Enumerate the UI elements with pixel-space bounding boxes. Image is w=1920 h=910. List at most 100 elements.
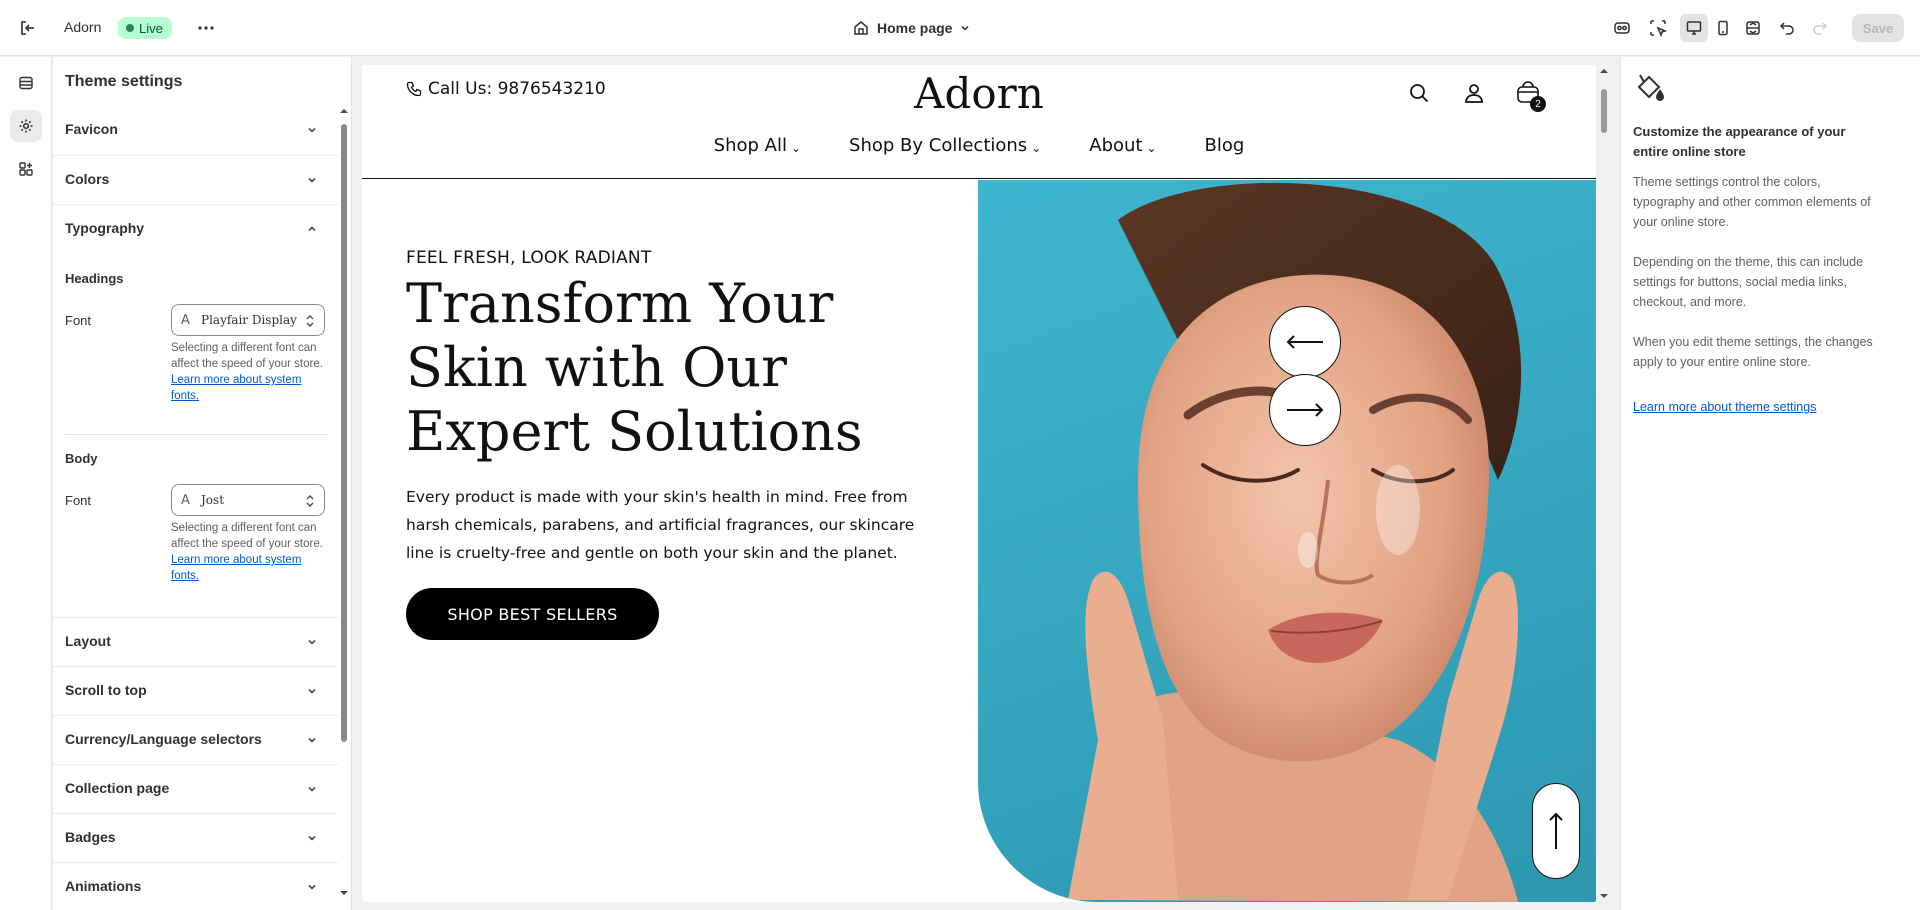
- inspector-icon[interactable]: [1646, 16, 1670, 40]
- full-width-icon[interactable]: [1741, 16, 1765, 40]
- headings-help-text: Selecting a different font can affect th…: [171, 342, 323, 370]
- info-panel: Customize the appearance of your entire …: [1620, 57, 1920, 910]
- accordion-label: Badges: [65, 829, 116, 845]
- undo-icon[interactable]: [1775, 16, 1799, 40]
- nav-label: Shop All: [713, 135, 787, 156]
- arrow-left-icon: [1286, 335, 1323, 349]
- chevron-down-icon: [308, 639, 316, 645]
- accordion-scroll-to-top[interactable]: Scroll to top: [53, 666, 338, 714]
- accordion-label: Colors: [65, 171, 110, 187]
- accordion-layout[interactable]: Layout: [53, 617, 338, 665]
- main-nav: Shop All ⌄ Shop By Collections ⌄ About ⌄ Bl…: [362, 135, 1596, 156]
- hero-image: [978, 180, 1596, 902]
- chevron-down-icon: [308, 884, 316, 890]
- nav-shop-all[interactable]: Shop All ⌄: [690, 135, 825, 156]
- accordion-typography[interactable]: Typography: [53, 204, 338, 252]
- nav-blog[interactable]: Blog: [1181, 135, 1269, 156]
- chevron-down-icon: ⌄: [1146, 140, 1157, 155]
- accordion-collection-page[interactable]: Collection page: [53, 764, 338, 812]
- nav-about[interactable]: About ⌄: [1065, 135, 1180, 156]
- status-badge: Live: [118, 17, 172, 39]
- info-title: Customize the appearance of your entire …: [1633, 124, 1846, 159]
- more-options-icon[interactable]: [194, 16, 218, 40]
- mobile-view-icon[interactable]: [1711, 16, 1735, 40]
- headings-font-picker[interactable]: A Playfair Display: [171, 304, 325, 336]
- accordion-label: Layout: [65, 633, 111, 649]
- exit-icon[interactable]: [16, 16, 40, 40]
- chevron-down-icon: ⌄: [790, 140, 802, 155]
- sections-icon[interactable]: [10, 67, 42, 99]
- headings-font-value: Playfair Display: [201, 313, 297, 327]
- store-preview-icon[interactable]: [1610, 16, 1634, 40]
- accordion-currency-language[interactable]: Currency/Language selectors: [53, 715, 338, 763]
- chevron-down-icon: ⌄: [1031, 140, 1042, 155]
- chevron-down-icon: [308, 177, 316, 183]
- accordion-label: Typography: [65, 220, 145, 236]
- slide-prev-button[interactable]: [1269, 306, 1341, 378]
- preview-frame: Call Us: 9876543210 Adorn 2 Shop All ⌄ Sh…: [362, 65, 1596, 902]
- headings-title: Headings: [65, 271, 124, 286]
- page-selector[interactable]: Home page: [853, 16, 970, 40]
- shop-best-sellers-button[interactable]: SHOP BEST SELLERS: [406, 588, 659, 640]
- accordion-animations[interactable]: Animations: [53, 862, 338, 910]
- body-help-text: Selecting a different font can affect th…: [171, 522, 323, 550]
- info-paragraph: Depending on the theme, this can include…: [1633, 255, 1864, 309]
- home-icon: [854, 21, 868, 35]
- paint-bucket-icon: [1637, 74, 1665, 101]
- accordion-colors[interactable]: Colors: [53, 155, 338, 203]
- chevron-down-icon: [308, 786, 316, 792]
- preview-scrollbar[interactable]: [1598, 65, 1610, 902]
- body-help: Selecting a different font can affect th…: [171, 520, 329, 584]
- select-stepper-icon: [306, 495, 314, 507]
- scroll-to-top-button[interactable]: [1532, 783, 1580, 879]
- desktop-view-icon[interactable]: [1680, 14, 1708, 42]
- divider: [65, 434, 328, 435]
- body-help-link[interactable]: Learn more about system fonts.: [171, 552, 329, 584]
- preview-scroll-thumb[interactable]: [1601, 89, 1607, 133]
- body-title: Body: [65, 451, 98, 466]
- slide-next-button[interactable]: [1269, 374, 1341, 446]
- theme-settings-icon[interactable]: [10, 110, 42, 142]
- chevron-down-icon: [308, 127, 316, 133]
- panel-title: Theme settings: [65, 73, 183, 90]
- panel-scroll-thumb[interactable]: [341, 124, 347, 742]
- chevron-down-icon: [308, 835, 316, 841]
- arrow-right-icon: [1287, 403, 1324, 417]
- cart-count-badge: 2: [1530, 96, 1546, 112]
- store-preview: Call Us: 9876543210 Adorn 2 Shop All ⌄ Sh…: [353, 57, 1619, 910]
- accordion-label: Collection page: [65, 780, 170, 796]
- chevron-down-icon: [308, 688, 316, 694]
- hero-heading: Transform Your Skin with Our Expert Solu…: [406, 272, 863, 463]
- account-icon[interactable]: [1460, 79, 1488, 107]
- status-badge-label: Live: [139, 20, 163, 36]
- apps-icon[interactable]: [10, 153, 42, 185]
- headings-help-link[interactable]: Learn more about system fonts.: [171, 372, 329, 404]
- nav-label: Blog: [1204, 135, 1245, 156]
- top-bar: Adorn Live Home page Save: [0, 0, 1920, 56]
- redo-icon[interactable]: [1808, 16, 1832, 40]
- accordion-label: Favicon: [65, 121, 118, 137]
- accordion-favicon[interactable]: Favicon: [53, 106, 338, 154]
- chevron-down-icon: [308, 737, 316, 743]
- save-button[interactable]: Save: [1852, 14, 1904, 42]
- arrow-up-icon: [1549, 812, 1563, 849]
- body-font-picker[interactable]: A Jost: [171, 484, 325, 516]
- chevron-up-icon: [308, 226, 316, 232]
- accordion-label: Animations: [65, 878, 142, 894]
- body-font-value: Jost: [201, 493, 225, 507]
- nav-label: Shop By Collections: [849, 135, 1028, 156]
- accordion-label: Currency/Language selectors: [65, 731, 262, 747]
- face-illustration: [1068, 182, 1522, 902]
- nav-shop-by-collections[interactable]: Shop By Collections ⌄: [825, 135, 1065, 156]
- info-paragraph: Theme settings control the colors, typog…: [1633, 175, 1871, 229]
- site-header: Call Us: 9876543210 Adorn 2 Shop All ⌄ Sh…: [362, 65, 1596, 179]
- font-icon: A: [181, 313, 190, 328]
- left-rail: [0, 57, 52, 910]
- theme-settings-panel: Theme settings Favicon Colors Typography…: [53, 57, 352, 910]
- font-icon: A: [181, 493, 190, 508]
- learn-more-theme-settings-link[interactable]: Learn more about theme settings: [1633, 400, 1816, 414]
- search-icon[interactable]: [1405, 79, 1433, 107]
- headings-font-label: Font: [65, 313, 92, 328]
- info-paragraph: When you edit theme settings, the change…: [1633, 335, 1873, 369]
- accordion-badges[interactable]: Badges: [53, 813, 338, 861]
